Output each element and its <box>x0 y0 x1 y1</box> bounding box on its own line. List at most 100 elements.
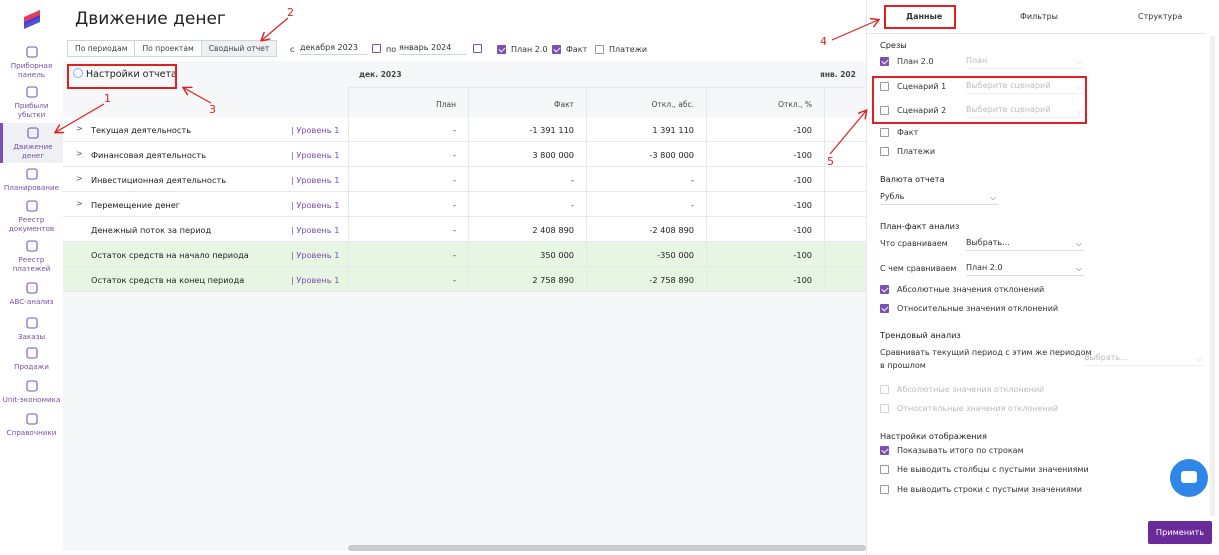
plan-filter-checkbox[interactable] <box>497 45 506 54</box>
unit-icon <box>25 379 39 393</box>
chevron-right-icon[interactable]: > <box>76 174 83 183</box>
plan-slice-checkbox[interactable] <box>880 57 889 66</box>
annotation-box-settings <box>67 64 177 89</box>
trend-rel-label: Относительные значения отклонений <box>897 404 1059 413</box>
folder-icon <box>25 412 39 426</box>
annotation-arrow-2 <box>262 17 289 40</box>
page-title: Движение денег <box>75 9 226 29</box>
cell-abs: -2 758 890 <box>649 275 694 285</box>
trend-period-select[interactable]: Выбрать... ⌵ <box>1084 353 1204 366</box>
view-mode-tabs: По периодам По проектам Сводный отчет <box>67 40 278 57</box>
table-row[interactable]: Остаток средств на начало периода | Урове… <box>63 242 866 267</box>
fact-slice-checkbox[interactable] <box>880 128 889 137</box>
compare-what-label: Что сравниваем <box>880 239 948 248</box>
table-row[interactable]: Остаток средств на конец периода | Уровен… <box>63 267 866 292</box>
calendar-to-icon[interactable] <box>473 44 482 53</box>
date-from-field[interactable]: декабря 2023 <box>300 43 368 55</box>
column-divider <box>348 87 349 291</box>
sidebar-item[interactable]: Unit-экономика <box>0 379 63 404</box>
chevron-right-icon[interactable]: > <box>76 124 83 133</box>
sidebar-item[interactable]: Планирование <box>0 167 63 192</box>
cell-pct: -100 <box>793 175 812 185</box>
column-header-abs: Откл., абс. <box>651 100 694 109</box>
column-header-fact: Факт <box>554 100 574 109</box>
target-icon <box>25 167 39 181</box>
table-row[interactable]: > Финансовая деятельность | Уровень 1-3 80… <box>63 142 866 167</box>
cell-fact: 2 408 890 <box>532 225 574 235</box>
coins-icon <box>26 126 40 140</box>
hide-empty-rows-checkbox[interactable] <box>880 485 889 494</box>
chevron-right-icon[interactable]: > <box>76 149 83 158</box>
chevron-down-icon: ⌵ <box>1195 354 1202 363</box>
apply-button[interactable]: Применить <box>1148 521 1212 544</box>
sidebar-item[interactable]: Реестр платежей <box>0 239 63 273</box>
rel-deviation-checkbox[interactable] <box>880 304 889 313</box>
trend-abs-checkbox[interactable] <box>880 385 889 394</box>
hide-empty-rows-label: Не выводить строки с пустыми значениями <box>897 485 1082 494</box>
tab-filters[interactable]: Фильтры <box>1020 12 1058 21</box>
cell-abs: - <box>691 200 694 210</box>
chevron-down-icon: ⌵ <box>1075 264 1082 273</box>
table-row[interactable]: > Текущая деятельность | Уровень 1 - -1 391 … <box>63 117 866 142</box>
currency-select[interactable]: Рубль ⌵ <box>880 192 998 205</box>
tab-by-periods[interactable]: По периодам <box>67 40 136 57</box>
cell-fact: - <box>571 200 574 210</box>
payments-icon <box>25 239 39 253</box>
date-to-field[interactable]: январь 2024 <box>399 43 467 55</box>
abs-deviation-label: Абсолютные значения отклонений <box>897 285 1045 294</box>
plan-version-select[interactable]: План ⌵ <box>966 56 1084 69</box>
row-name: Остаток средств на начало периода <box>91 250 249 260</box>
fact-filter-checkbox[interactable] <box>552 45 561 54</box>
sidebar-item-label: Реестр платежей <box>12 255 51 273</box>
chevron-right-icon[interactable]: > <box>76 199 83 208</box>
annotation-number: 2 <box>287 6 294 19</box>
compare-with-select[interactable]: План 2.0 ⌵ <box>966 263 1084 276</box>
cell-fact: 3 800 000 <box>532 150 574 160</box>
payments-slice-label: Платежи <box>897 147 936 156</box>
sidebar-item[interactable]: Движение денег <box>0 123 63 163</box>
table-row[interactable]: Денежный поток за период | Уровень 1-2 40… <box>63 217 866 242</box>
sidebar-item[interactable]: Приборная панель <box>0 45 63 79</box>
row-name: Денежный поток за период <box>91 225 212 235</box>
sidebar-item[interactable]: Прибыли убытки <box>0 85 63 119</box>
plan-slice-label: План 2.0 <box>897 57 934 66</box>
payments-slice-checkbox[interactable] <box>880 147 889 156</box>
sidebar-item-label: Справочники <box>6 428 57 437</box>
compare-what-select[interactable]: Выбрать... ⌵ <box>966 238 1084 251</box>
row-level: | Уровень 1 <box>291 150 340 160</box>
abc-icon <box>25 281 39 295</box>
payments-filter-checkbox[interactable] <box>595 45 604 54</box>
tab-by-projects[interactable]: По проектам <box>134 40 202 57</box>
tab-structure[interactable]: Структура <box>1138 12 1182 21</box>
row-level: | Уровень 1 <box>291 175 340 185</box>
calendar-from-icon[interactable] <box>372 44 381 53</box>
app-logo[interactable] <box>21 8 43 30</box>
table-row[interactable]: > Инвестиционная деятельность | Уровень 1 -… <box>63 167 866 192</box>
sidebar-item[interactable]: Заказы <box>0 316 63 341</box>
horizontal-scrollbar[interactable] <box>348 545 866 551</box>
table-row[interactable]: > Перемещение денег | Уровень 1 - - - -100 <box>63 192 866 217</box>
slices-title: Срезы <box>880 40 907 50</box>
sidebar-item[interactable]: ABC-анализ <box>0 281 63 306</box>
rel-deviation-label: Относительные значения отклонений <box>897 304 1059 313</box>
show-totals-label: Показывать итого по строкам <box>897 446 1024 455</box>
abs-deviation-checkbox[interactable] <box>880 285 889 294</box>
hide-empty-cols-label: Не выводить столбцы с пустыми значениями <box>897 465 1089 474</box>
sidebar-item[interactable]: Справочники <box>0 412 63 437</box>
row-name: Текущая деятельность <box>91 125 192 135</box>
vertical-scrollbar[interactable] <box>1210 36 1215 516</box>
cell-pct: -100 <box>793 200 812 210</box>
show-totals-checkbox[interactable] <box>880 446 889 455</box>
sidebar-item[interactable]: Продажи <box>0 346 63 371</box>
chat-icon[interactable] <box>1170 459 1208 497</box>
cell-abs: -2 408 890 <box>649 225 694 235</box>
row-name: Перемещение денег <box>91 200 181 210</box>
trend-rel-checkbox[interactable] <box>880 404 889 413</box>
tabs-divider <box>866 33 1206 34</box>
sidebar-item-label: ABC-анализ <box>9 297 54 306</box>
dollar-icon <box>25 346 39 360</box>
chevron-down-icon: ⌵ <box>1075 57 1082 66</box>
tab-summary-report[interactable]: Сводный отчет <box>200 40 278 57</box>
sidebar-item[interactable]: Реестр документов <box>0 199 63 233</box>
hide-empty-cols-checkbox[interactable] <box>880 465 889 474</box>
